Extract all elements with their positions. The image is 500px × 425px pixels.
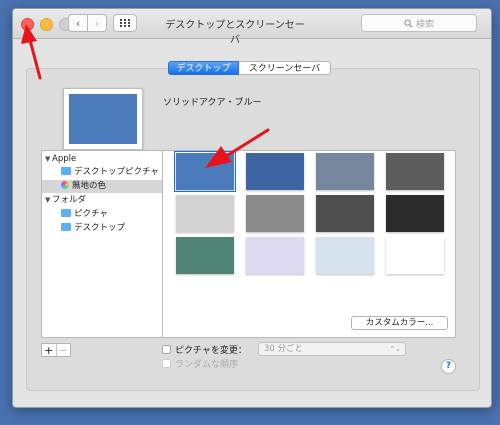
app-grid-icon	[120, 19, 130, 27]
preview-label: ソリッドアクア・ブルー	[163, 98, 262, 108]
title-bar: ‹ › デスクトップとスクリーンセーバ 検索	[13, 9, 491, 46]
help-button[interactable]: ?	[441, 359, 456, 374]
search-field[interactable]: 検索	[361, 14, 477, 32]
add-remove-control: + −	[41, 343, 71, 357]
random-order-label: ランダムな順序	[175, 360, 239, 370]
swatch-solid-white[interactable]	[386, 237, 444, 274]
remove-folder-button[interactable]: −	[55, 344, 71, 357]
show-all-button[interactable]	[113, 14, 137, 32]
tab-desktop[interactable]: デスクトップ	[168, 61, 239, 75]
preferences-window: ‹ › デスクトップとスクリーンセーバ 検索 デスクトップ スクリーンセーバ ソ…	[12, 8, 492, 408]
source-list: ▼ Apple デスクトップピクチャ 無地の色 ▼ フォルダ ピクチャ デスクトップ	[41, 150, 163, 338]
source-group-folders[interactable]: ▼ フォルダ	[45, 194, 86, 207]
chevron-left-icon: ‹	[75, 16, 81, 30]
swatch-solid-dark-gray[interactable]	[386, 153, 444, 190]
swatch-solid-slate[interactable]	[316, 153, 374, 190]
swatch-solid-aqua-blue[interactable]	[174, 151, 236, 192]
chevron-right-icon: ›	[94, 16, 100, 30]
random-order-checkbox[interactable]	[162, 359, 171, 368]
pictures-folder-icon	[61, 209, 71, 217]
window-title: デスクトップとスクリーンセーバ	[165, 20, 305, 46]
group-label: Apple	[52, 154, 77, 164]
change-interval-select[interactable]: 30 分ごと ⌃⌄	[258, 342, 406, 356]
sidebar-item-desktop-pictures[interactable]: デスクトップピクチャ	[61, 166, 159, 179]
search-icon	[404, 18, 413, 28]
swatch-solid-black[interactable]	[386, 195, 444, 232]
back-button[interactable]: ‹	[68, 14, 88, 32]
custom-color-button[interactable]: カスタムカラー...	[351, 316, 448, 330]
select-arrows-icon: ⌃⌄	[389, 345, 401, 353]
source-group-apple[interactable]: ▼ Apple	[45, 153, 76, 166]
swatch-solid-medium-gray[interactable]	[246, 195, 304, 232]
color-wheel-icon	[61, 181, 69, 189]
sidebar-item-label: ピクチャ	[74, 209, 108, 219]
change-picture-label: ピクチャを変更：	[175, 346, 247, 356]
swatch-solid-aqua-dark-blue[interactable]	[246, 153, 304, 190]
select-value: 30 分ごと	[264, 344, 304, 354]
preview-image	[69, 94, 137, 144]
forward-button[interactable]: ›	[87, 14, 107, 32]
swatch-solid-pale-blue[interactable]	[316, 237, 374, 274]
disclosure-triangle-icon: ▼	[45, 155, 51, 163]
add-folder-button[interactable]: +	[42, 344, 56, 357]
sidebar-item-label: 無地の色	[72, 181, 107, 191]
group-label: フォルダ	[52, 195, 87, 205]
close-button[interactable]	[21, 18, 34, 31]
swatch-solid-light-gray[interactable]	[176, 195, 234, 232]
sidebar-item-label: デスクトップ	[74, 223, 126, 233]
disclosure-triangle-icon: ▼	[45, 196, 51, 204]
folder-icon	[61, 223, 71, 231]
swatch-solid-charcoal[interactable]	[316, 195, 374, 232]
sidebar-item-solid-colors[interactable]: 無地の色	[42, 180, 163, 193]
folder-icon	[61, 167, 71, 175]
sidebar-item-label: デスクトップピクチャ	[74, 167, 159, 177]
sidebar-item-pictures[interactable]: ピクチャ	[61, 208, 108, 221]
tab-screensaver[interactable]: スクリーンセーバ	[239, 61, 331, 75]
minimize-button[interactable]	[40, 18, 53, 31]
swatch-solid-teal[interactable]	[176, 237, 234, 274]
swatch-solid-lavender[interactable]	[246, 237, 304, 274]
color-swatch-grid: カスタムカラー...	[162, 150, 456, 338]
change-picture-checkbox[interactable]	[162, 345, 171, 354]
search-placeholder: 検索	[415, 19, 434, 30]
sidebar-item-desktop[interactable]: デスクトップ	[61, 222, 125, 235]
desktop-preview	[63, 88, 143, 150]
